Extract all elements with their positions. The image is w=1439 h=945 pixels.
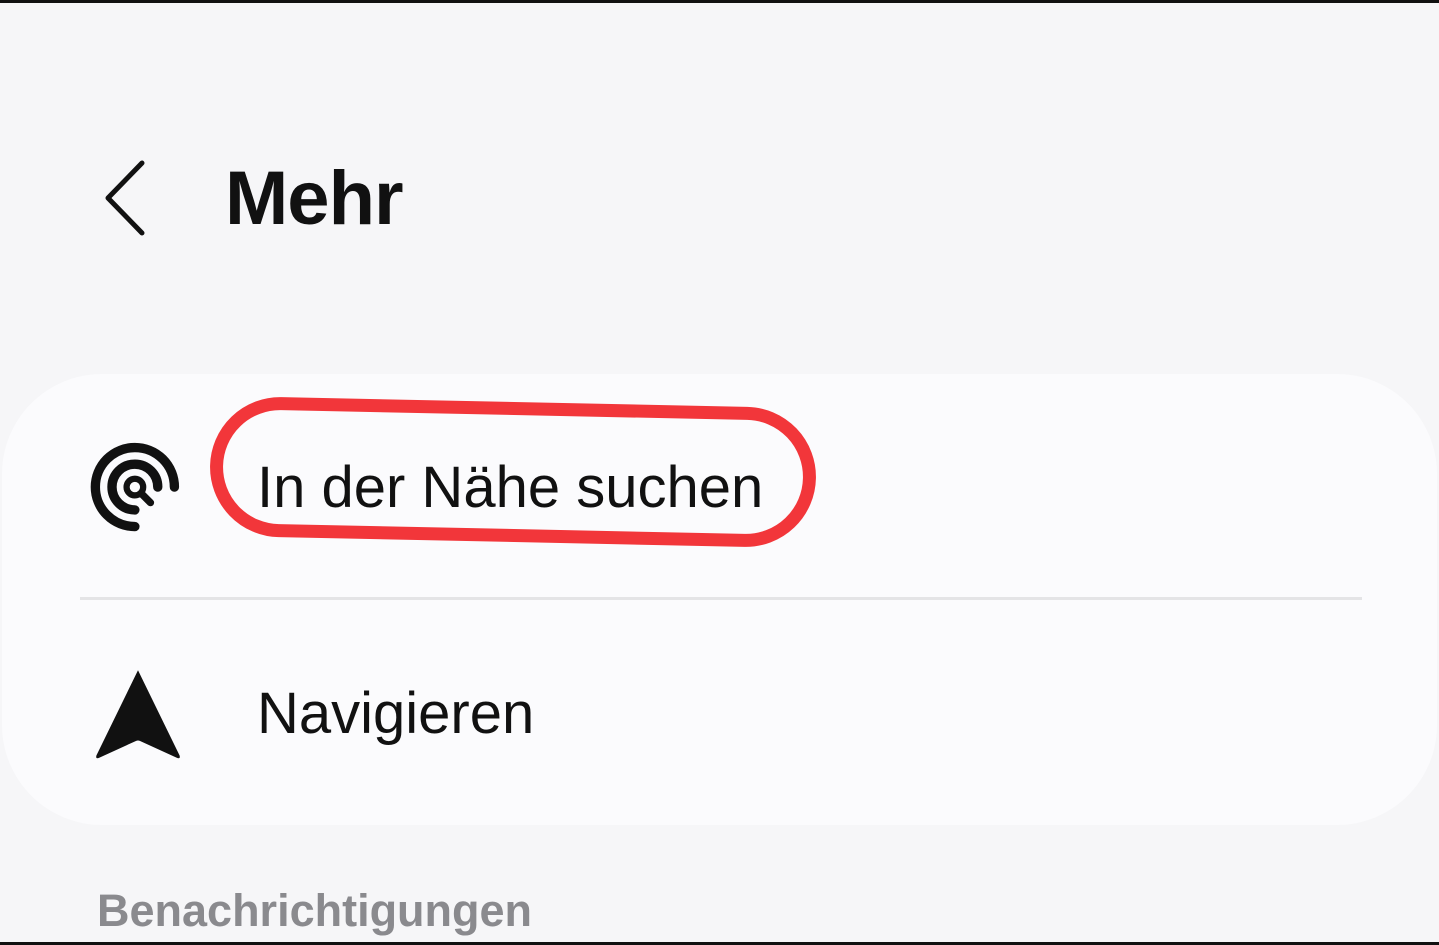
chevron-left-icon xyxy=(105,160,145,236)
menu-item-label: In der Nähe suchen xyxy=(257,455,764,520)
menu-item-label: Navigieren xyxy=(257,681,535,746)
back-button[interactable] xyxy=(88,148,168,248)
navigation-arrow-icon xyxy=(86,664,190,768)
nearby-search-icon xyxy=(86,434,190,538)
menu-item-nearby-search[interactable]: In der Nähe suchen xyxy=(2,374,1437,599)
menu-item-navigate[interactable]: Navigieren xyxy=(2,600,1437,825)
options-card: In der Nähe suchen Navigieren xyxy=(2,374,1437,825)
more-screen: Mehr In der Nähe suchen Navigieren Benac… xyxy=(0,0,1439,945)
section-header-notifications: Benachrichtigungen xyxy=(97,885,533,936)
page-title: Mehr xyxy=(225,156,404,241)
